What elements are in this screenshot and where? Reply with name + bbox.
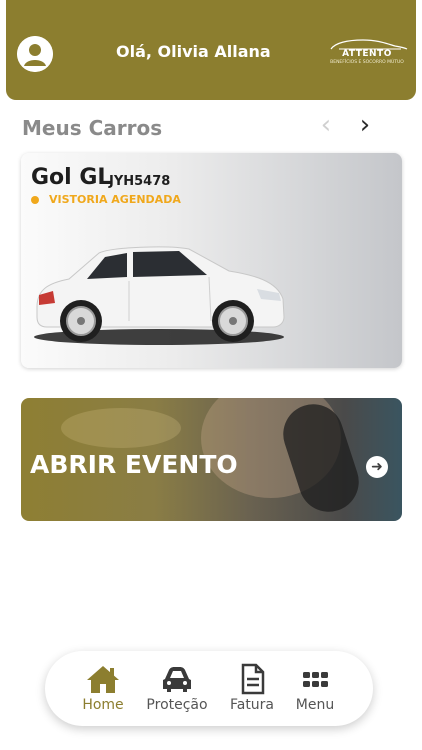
app-header: Olá, Olivia Allana ATTENTO BENEFÍCIOS E … — [6, 0, 416, 100]
nav-label-invoice: Fatura — [229, 697, 275, 713]
phone-image — [275, 398, 367, 520]
car-card[interactable]: Gol GL JYH5478 VISTORIA AGENDADA — [21, 153, 402, 368]
status-badge: VISTORIA AGENDADA — [49, 193, 181, 206]
nav-item-protection[interactable]: Proteção — [142, 663, 212, 713]
nav-label-home: Home — [82, 697, 124, 713]
home-icon — [87, 666, 119, 693]
banner-background-shape — [61, 408, 181, 448]
car-plate: JYH5478 — [109, 174, 171, 189]
nav-item-menu[interactable]: Menu — [280, 663, 350, 713]
car-name: Gol GL — [31, 165, 112, 190]
document-icon — [241, 663, 265, 695]
greeting-text: Olá, Olivia Allana — [116, 42, 271, 61]
nav-item-home[interactable]: Home — [68, 663, 138, 713]
grid-icon — [303, 672, 328, 687]
logo-subtitle: BENEFÍCIOS E SOCORRO MÚTUO — [330, 60, 404, 65]
nav-label-menu: Menu — [295, 697, 335, 713]
bottom-nav: Home Proteção Fatura Menu — [45, 651, 373, 726]
open-event-button[interactable]: ABRIR EVENTO ➜ — [21, 398, 402, 521]
logo-wordmark: ATTENTO — [342, 49, 392, 59]
arrow-right-circle-icon[interactable]: ➜ — [366, 456, 388, 478]
previous-car-icon[interactable]: ‹ — [313, 112, 339, 140]
company-logo: ATTENTO BENEFÍCIOS E SOCORRO MÚTUO — [325, 36, 409, 72]
next-car-icon[interactable]: › — [352, 112, 378, 140]
car-image — [34, 246, 285, 345]
user-icon — [17, 36, 53, 72]
nav-label-protection: Proteção — [146, 697, 208, 713]
event-banner-title: ABRIR EVENTO — [30, 450, 238, 479]
section-title-my-cars: Meus Carros — [22, 116, 163, 140]
nav-item-invoice[interactable]: Fatura — [217, 663, 287, 713]
avatar[interactable] — [17, 36, 53, 72]
car-icon — [163, 667, 191, 692]
status-dot-icon — [31, 196, 39, 204]
